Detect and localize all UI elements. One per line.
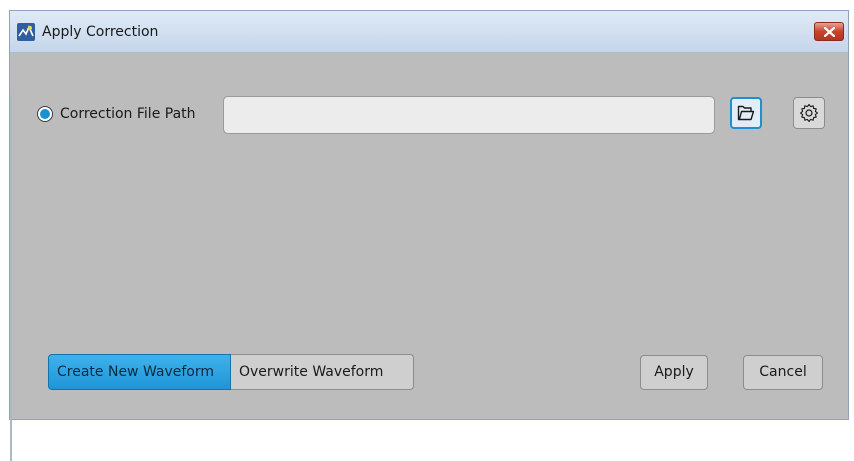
settings-button[interactable] xyxy=(793,97,825,129)
waveform-mode-toggle: Create New Waveform Overwrite Waveform xyxy=(48,354,414,390)
correction-file-path-input[interactable] xyxy=(223,96,715,134)
correction-file-path-label[interactable]: Correction File Path xyxy=(60,106,196,122)
correction-file-path-radio[interactable] xyxy=(37,106,53,122)
dialog-body: Correction File Path Create New Waveform… xyxy=(10,53,848,461)
folder-open-icon xyxy=(737,105,755,121)
title-bar: Apply Correction xyxy=(10,11,848,53)
apply-correction-dialog: Apply Correction Correction File Path Cr… xyxy=(9,10,849,461)
close-icon xyxy=(824,27,835,37)
cancel-button[interactable]: Cancel xyxy=(743,355,823,390)
left-border xyxy=(10,95,12,461)
window-title: Apply Correction xyxy=(42,24,159,40)
apply-button[interactable]: Apply xyxy=(640,355,708,390)
gear-icon xyxy=(799,103,819,123)
close-button[interactable] xyxy=(814,22,844,41)
radio-selected-dot xyxy=(40,109,50,119)
create-new-waveform-button[interactable]: Create New Waveform xyxy=(48,354,231,390)
overwrite-waveform-button[interactable]: Overwrite Waveform xyxy=(231,354,414,390)
browse-folder-button[interactable] xyxy=(730,97,762,129)
app-icon xyxy=(16,22,36,42)
